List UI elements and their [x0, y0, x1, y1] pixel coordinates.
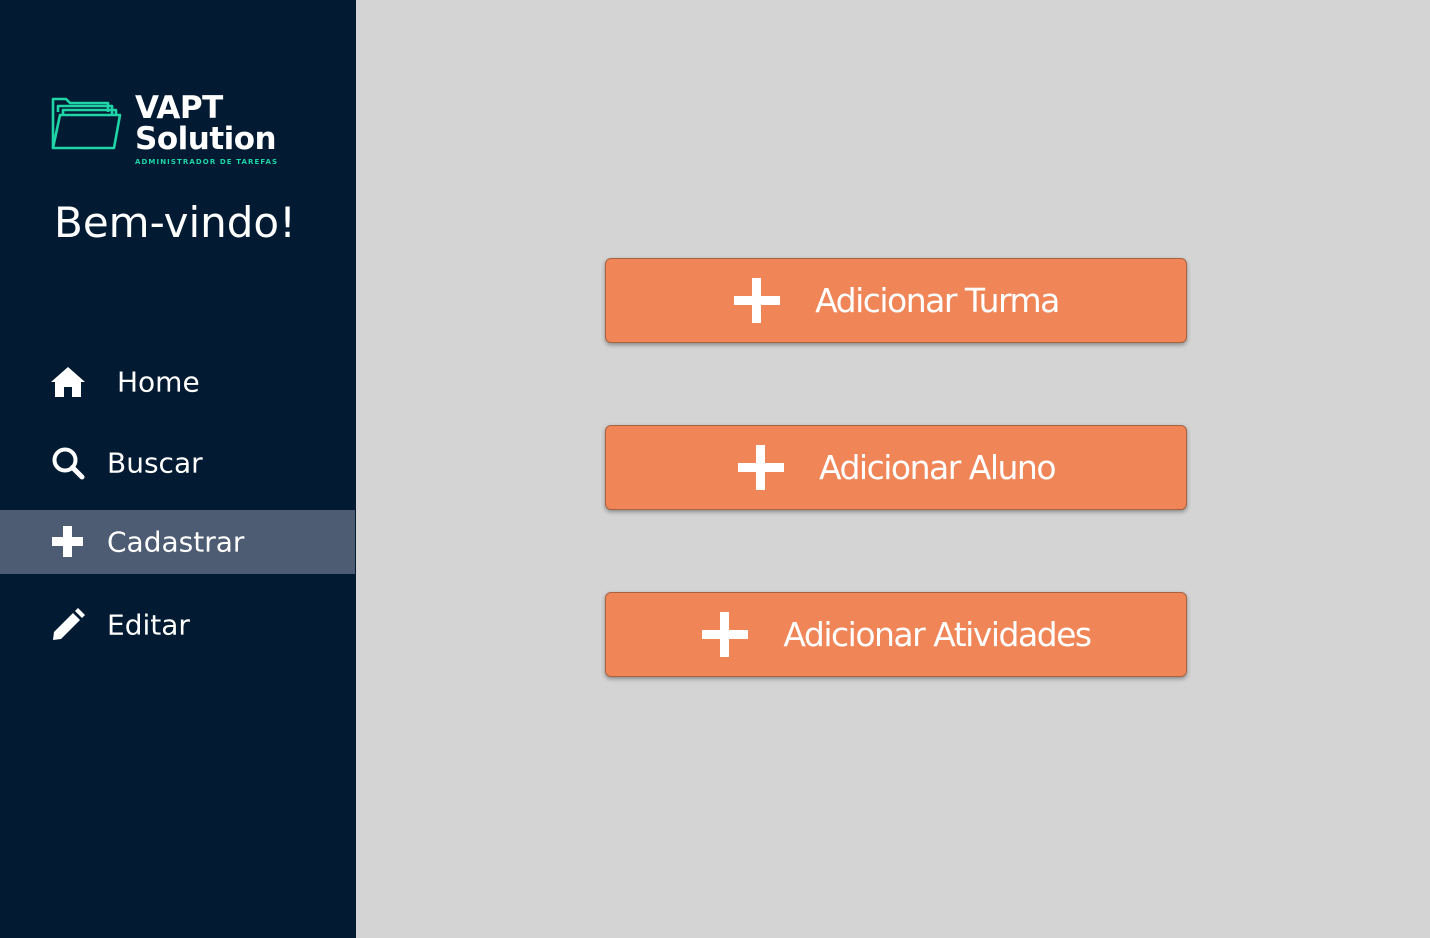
sidebar-item-label: Home	[117, 365, 200, 399]
sidebar-item-label: Buscar	[107, 446, 203, 480]
brand-name-line1: VAPT	[135, 90, 223, 126]
home-icon	[51, 367, 85, 397]
sidebar-item-editar[interactable]: Editar	[0, 593, 355, 657]
plus-icon	[702, 611, 749, 657]
add-turma-button[interactable]: Adicionar Turma	[605, 258, 1187, 343]
search-icon	[52, 447, 85, 480]
welcome-heading: Bem-vindo!	[54, 198, 296, 247]
brand-tagline: ADMINISTRADOR DE TAREFAS	[135, 158, 279, 166]
add-atividades-button[interactable]: Adicionar Atividades	[605, 592, 1187, 677]
sidebar: VAPT Solution ADMINISTRADOR DE TAREFAS B…	[0, 0, 356, 938]
add-aluno-button[interactable]: Adicionar Aluno	[605, 425, 1187, 510]
sidebar-item-buscar[interactable]: Buscar	[0, 431, 355, 495]
add-aluno-label: Adicionar Aluno	[818, 448, 1057, 487]
add-atividades-label: Adicionar Atividades	[783, 615, 1092, 654]
sidebar-item-label: Editar	[107, 608, 190, 642]
brand-name-line2: Solution	[135, 121, 277, 157]
sidebar-item-home[interactable]: Home	[0, 350, 355, 414]
pencil-icon	[53, 608, 85, 640]
brand-logo: VAPT Solution ADMINISTRADOR DE TAREFAS	[50, 92, 290, 172]
plus-icon	[52, 526, 83, 557]
plus-icon	[737, 444, 784, 490]
folder-icon	[51, 97, 122, 150]
sidebar-item-label: Cadastrar	[107, 525, 245, 559]
add-turma-label: Adicionar Turma	[815, 281, 1060, 320]
sidebar-item-cadastrar[interactable]: Cadastrar	[0, 510, 355, 574]
plus-icon	[734, 277, 781, 323]
